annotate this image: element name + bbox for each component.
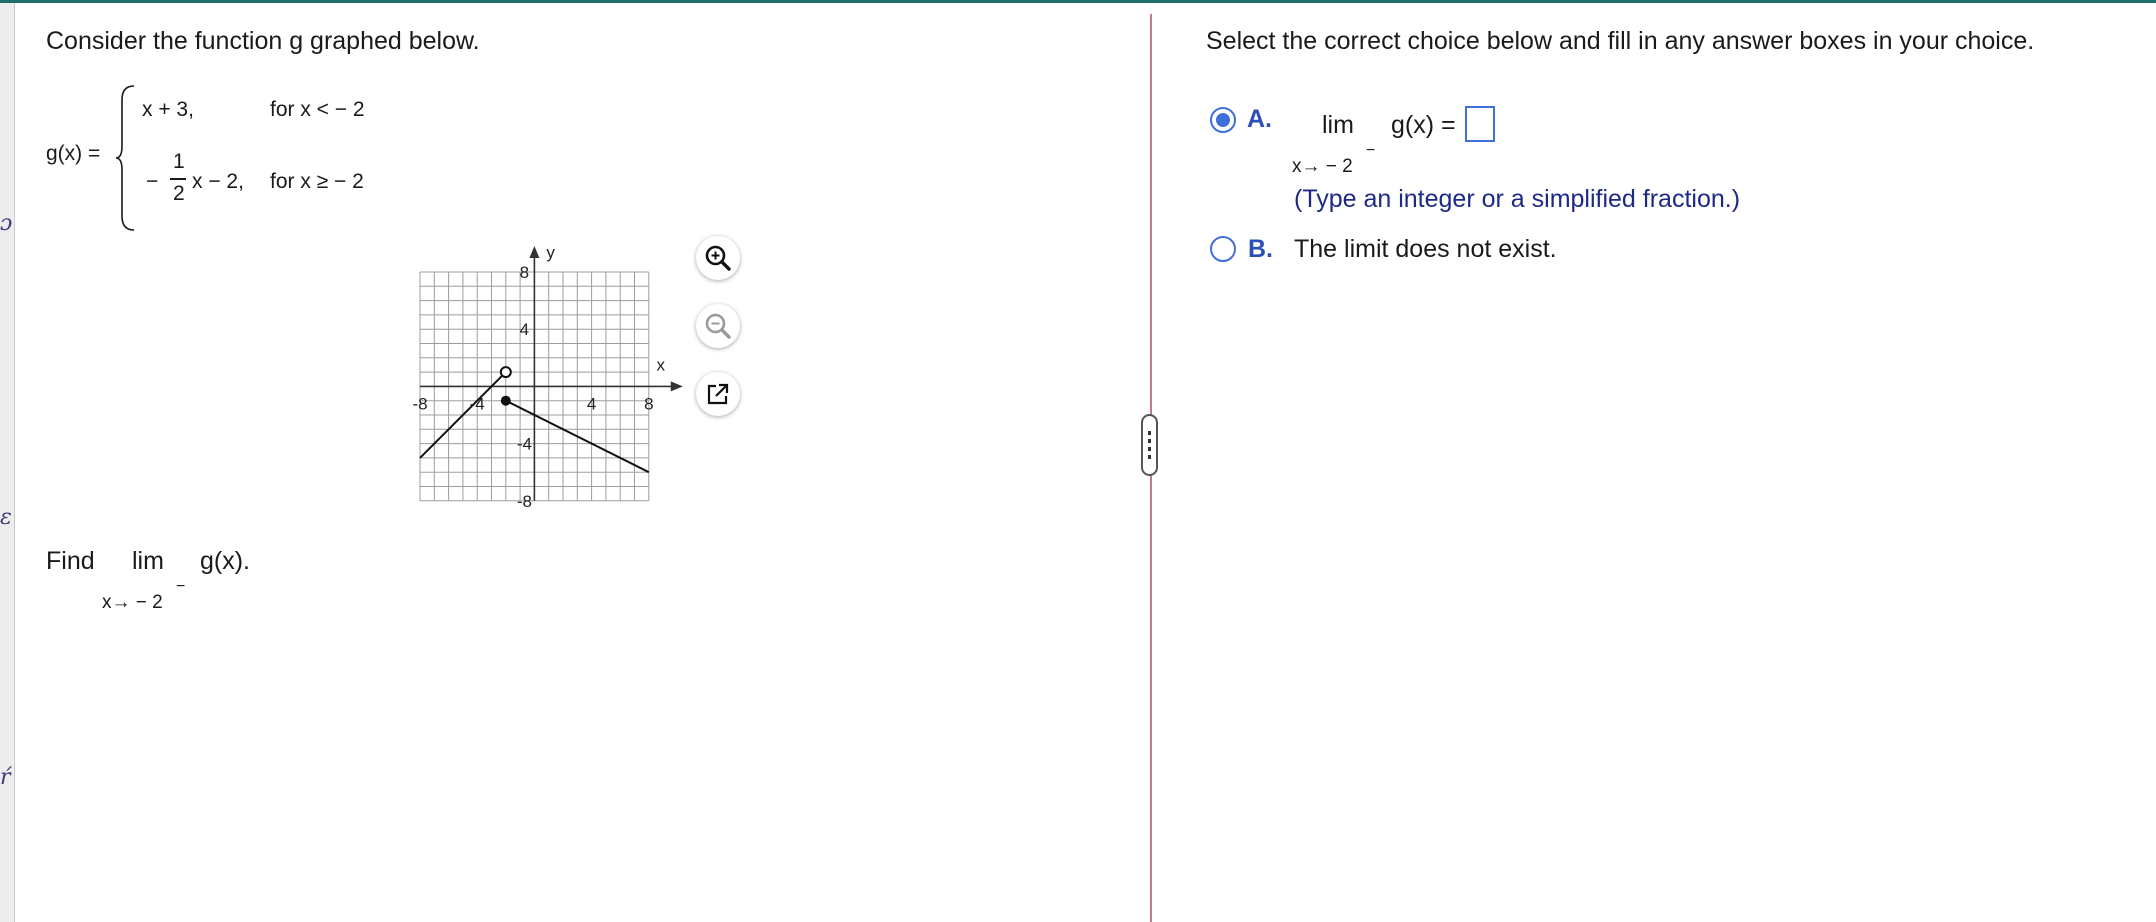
answer-format-hint: (Type an integer or a simplified fractio… bbox=[1294, 185, 1741, 213]
top-accent-bar bbox=[0, 0, 2156, 3]
gutter-mark-1: ɔ bbox=[0, 211, 13, 236]
answer-instruction: Select the correct choice below and fill… bbox=[1206, 27, 2035, 55]
x-tick-label-neg8: -8 bbox=[412, 394, 427, 413]
x-tick-label-4: 4 bbox=[587, 394, 596, 413]
y-axis-label: y bbox=[546, 243, 555, 262]
fraction-bar bbox=[170, 178, 186, 180]
y-tick-label-8: 8 bbox=[520, 263, 529, 282]
x-tick-label-8: 8 bbox=[644, 394, 653, 413]
piece1-condition: for x < − 2 bbox=[270, 98, 365, 121]
zoom-out-icon bbox=[705, 313, 731, 339]
grip-dot bbox=[1148, 455, 1151, 459]
x-axis-arrow bbox=[670, 381, 683, 392]
limit-left-superscript: − bbox=[176, 578, 186, 595]
gutter-mark-2: ɛ bbox=[0, 505, 12, 530]
choice-b-letter: B. bbox=[1248, 235, 1273, 263]
piecewise-brace bbox=[115, 85, 135, 231]
choice-a-limit-subscript: x→ − 2 bbox=[1292, 156, 1353, 177]
limit-subscript: x→ − 2 bbox=[102, 592, 163, 613]
piece1-open-endpoint bbox=[499, 366, 512, 379]
choice-a-letter: A. bbox=[1247, 105, 1272, 133]
piece1-expression: x + 3, bbox=[142, 98, 194, 121]
choice-a-radio[interactable] bbox=[1210, 107, 1236, 133]
choice-a-limit-expression: g(x) = bbox=[1391, 111, 1456, 139]
grip-dot bbox=[1148, 431, 1151, 435]
external-link-icon bbox=[707, 383, 729, 405]
y-tick-label-neg8: -8 bbox=[517, 492, 532, 511]
piece2-closed-endpoint bbox=[500, 395, 511, 406]
choice-a-left-superscript: − bbox=[1366, 142, 1376, 159]
piece2-condition: for x ≥ − 2 bbox=[270, 170, 364, 193]
grip-dot bbox=[1148, 447, 1151, 451]
zoom-in-icon bbox=[705, 245, 731, 271]
piece2-expression: x − 2, bbox=[192, 170, 244, 193]
x-tick-label-neg4: -4 bbox=[470, 394, 485, 413]
grip-dot bbox=[1148, 439, 1151, 443]
question-intro: Consider the function g graphed below. bbox=[46, 27, 480, 55]
zoom-in-button[interactable] bbox=[696, 236, 740, 280]
answer-input-box[interactable] bbox=[1465, 106, 1495, 142]
popout-button[interactable] bbox=[696, 372, 740, 416]
left-gutter: ɔ ɛ ŕ bbox=[0, 3, 15, 922]
choice-b-radio[interactable] bbox=[1210, 236, 1236, 262]
zoom-out-button[interactable] bbox=[696, 304, 740, 348]
choice-b-text: The limit does not exist. bbox=[1294, 235, 1557, 263]
function-graph: x y -8 -4 4 8 8 4 -4 -8 bbox=[412, 243, 683, 511]
piece2-negative-sign: − bbox=[146, 170, 159, 193]
divider-resize-handle[interactable] bbox=[1141, 414, 1158, 476]
limit-expression: g(x). bbox=[200, 547, 250, 575]
gutter-mark-3: ŕ bbox=[0, 765, 11, 790]
x-axis-label: x bbox=[657, 355, 666, 374]
y-tick-label-neg4: -4 bbox=[517, 435, 532, 454]
piece2-denominator: 2 bbox=[173, 182, 185, 205]
y-tick-label-4: 4 bbox=[520, 320, 529, 339]
piece2-numerator: 1 bbox=[173, 150, 185, 173]
y-axis-arrow bbox=[529, 246, 540, 258]
find-label: Find bbox=[46, 547, 95, 575]
limit-label: lim bbox=[132, 547, 164, 575]
function-name: g(x) = bbox=[46, 142, 101, 165]
choice-a-limit-label: lim bbox=[1322, 111, 1354, 139]
